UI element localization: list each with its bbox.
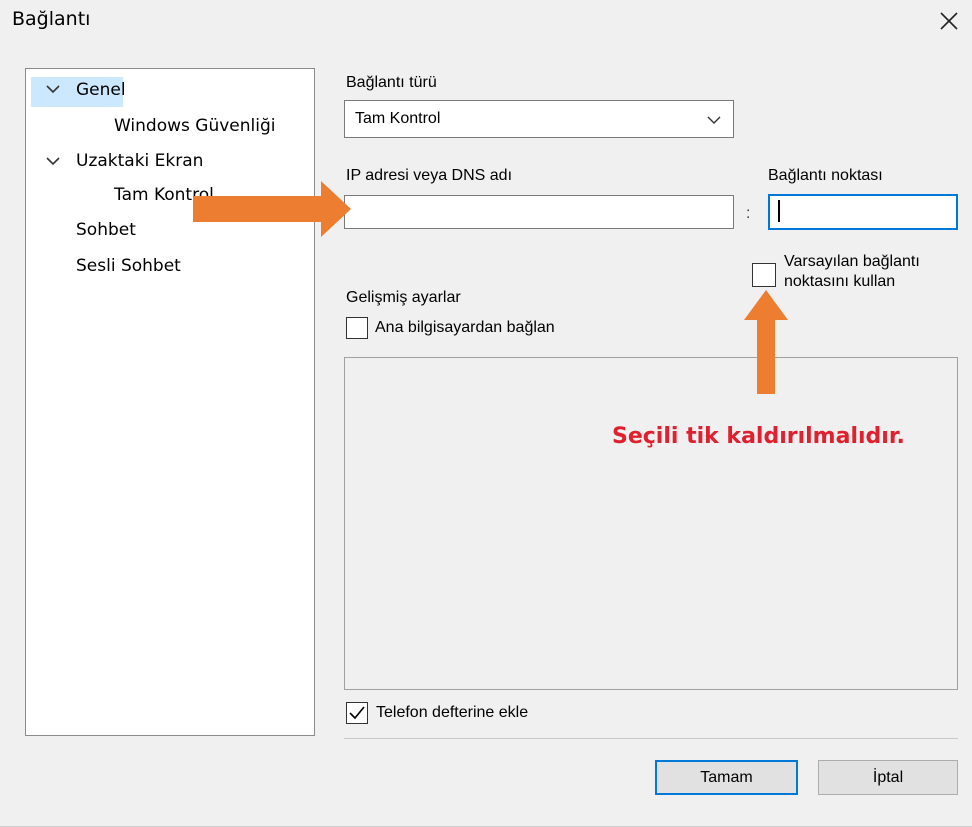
tree-item-remote-screen[interactable]: Uzaktaki Ekran xyxy=(76,151,203,171)
tree-item-genel[interactable]: Genel xyxy=(76,80,126,100)
window-title: Bağlantı xyxy=(12,8,91,30)
right-arrow-icon xyxy=(193,181,351,237)
close-button[interactable] xyxy=(936,8,962,34)
connect-from-host-checkbox[interactable] xyxy=(346,317,368,339)
default-port-label-line2: noktasını kullan xyxy=(784,273,896,290)
tree-item-windows-security[interactable]: Windows Güvenliği xyxy=(114,116,276,136)
text-caret xyxy=(778,200,780,222)
connection-type-label: Bağlantı türü xyxy=(346,74,437,91)
chevron-down-icon[interactable] xyxy=(46,84,60,94)
default-port-label-line1: Varsayılan bağlantı xyxy=(784,253,920,270)
connection-type-value: Tam Kontrol xyxy=(355,110,441,127)
phonebook-checkbox[interactable] xyxy=(346,702,368,724)
chevron-down-icon[interactable] xyxy=(46,156,60,166)
tree-item-voice-chat[interactable]: Sesli Sohbet xyxy=(76,256,181,276)
close-icon xyxy=(940,12,958,30)
phonebook-label: Telefon defterine ekle xyxy=(376,704,529,721)
port-label: Bağlantı noktası xyxy=(768,167,883,184)
up-arrow-icon xyxy=(744,290,788,394)
default-port-label: Varsayılan bağlantı noktasını kullan xyxy=(784,252,920,292)
port-input[interactable] xyxy=(768,194,958,230)
connect-from-host-label: Ana bilgisayardan bağlan xyxy=(375,319,555,336)
footer-divider xyxy=(344,738,958,739)
checkmark-icon xyxy=(349,706,365,720)
host-port-separator: : xyxy=(746,205,751,222)
default-port-checkbox[interactable] xyxy=(752,263,776,287)
cancel-button[interactable]: İptal xyxy=(818,760,958,795)
advanced-settings-label: Gelişmiş ayarlar xyxy=(346,289,461,306)
advanced-settings-panel xyxy=(344,357,958,690)
tree-item-chat[interactable]: Sohbet xyxy=(76,220,136,240)
ip-address-input[interactable] xyxy=(344,195,734,229)
annotation-note: Seçili tik kaldırılmalıdır. xyxy=(612,424,905,449)
connection-type-select[interactable]: Tam Kontrol xyxy=(344,100,734,138)
ip-address-label: IP adresi veya DNS adı xyxy=(346,167,513,184)
ok-button[interactable]: Tamam xyxy=(655,760,798,795)
chevron-down-icon xyxy=(707,116,721,124)
